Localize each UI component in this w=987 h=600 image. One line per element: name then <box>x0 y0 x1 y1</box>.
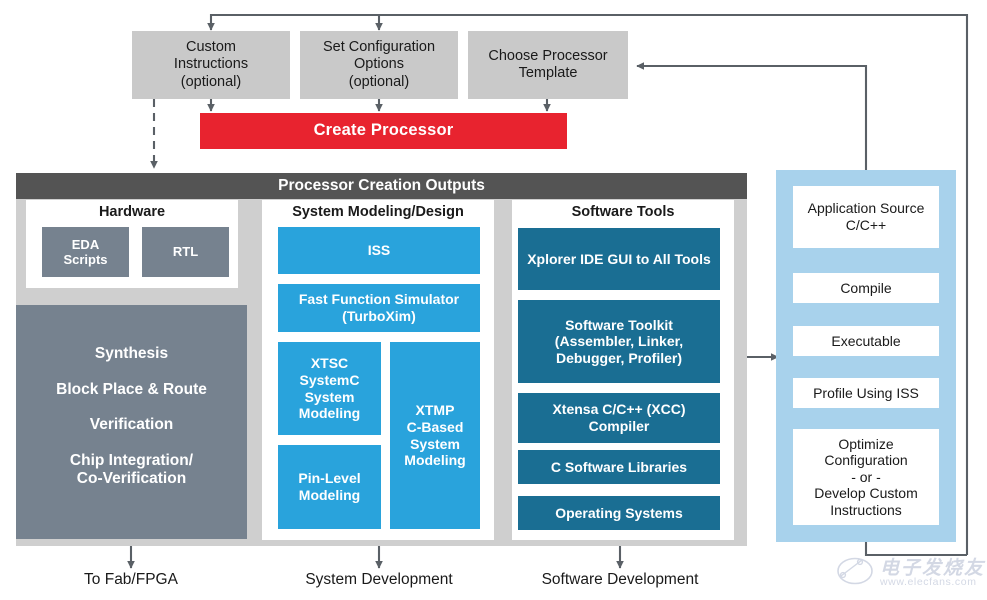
create-processor-button[interactable]: Create Processor <box>200 113 567 149</box>
software-tools-item-xplorer-ide[interactable]: Xplorer IDE GUI to All Tools <box>518 228 720 290</box>
watermark-url-text: www.elecfans.com <box>880 576 977 588</box>
create-processor-label: Create Processor <box>313 121 454 140</box>
bottom-label-system-development: System Development <box>305 570 453 588</box>
bottom-label-software-development: Software Development <box>541 570 699 588</box>
set-config-line2: Options <box>354 56 404 73</box>
hardware-column-title: Hardware <box>98 204 166 221</box>
app-step-compile[interactable]: Compile <box>793 273 939 303</box>
system-modeling-item-pin-level[interactable]: Pin-Level Modeling <box>278 445 381 529</box>
software-tools-item-operating-systems[interactable]: Operating Systems <box>518 496 720 530</box>
custom-instructions-line2: Instructions <box>173 56 249 73</box>
backend-step-verification: Verification <box>89 416 174 434</box>
hardware-backend-flow-box[interactable]: Synthesis Block Place & Route Verificati… <box>16 305 247 539</box>
eda-scripts-line2: Scripts <box>63 252 108 267</box>
bottom-label-to-fab-fpga: To Fab/FPGA <box>84 570 178 588</box>
input-box-set-configuration-options[interactable]: Set Configuration Options (optional) <box>300 31 458 99</box>
eda-scripts-line1: EDA <box>71 236 100 252</box>
custom-instructions-line1: Custom <box>186 39 236 56</box>
input-box-choose-processor-template[interactable]: Choose Processor Template <box>468 31 628 99</box>
system-modeling-column-title: System Modeling/Design <box>292 204 464 221</box>
system-modeling-item-iss[interactable]: ISS <box>278 227 480 274</box>
hardware-item-eda-scripts[interactable]: EDA Scripts <box>42 227 129 277</box>
backend-step-chip-integration: Chip Integration/ Co-Verification <box>69 451 194 488</box>
set-config-line1: Set Configuration <box>322 39 436 56</box>
rtl-label: RTL <box>172 244 199 260</box>
outputs-header-label: Processor Creation Outputs <box>278 176 485 194</box>
system-modeling-item-xtsc-systemc[interactable]: XTSC SystemC System Modeling <box>278 342 381 435</box>
app-step-optimize-configuration[interactable]: Optimize Configuration - or - Develop Cu… <box>793 429 939 525</box>
backend-step-block-place-route: Block Place & Route <box>56 380 207 398</box>
processor-creation-outputs-header: Processor Creation Outputs <box>16 173 747 199</box>
software-tools-item-software-toolkit[interactable]: Software Toolkit (Assembler, Linker, Deb… <box>518 300 720 383</box>
hardware-item-rtl[interactable]: RTL <box>142 227 229 277</box>
custom-instructions-line3: (optional) <box>180 73 242 90</box>
system-modeling-item-turboxim[interactable]: Fast Function Simulator (TurboXim) <box>278 284 480 332</box>
choose-template-line2: Template <box>518 65 578 81</box>
input-box-custom-instructions[interactable]: Custom Instructions (optional) <box>132 31 290 99</box>
app-step-application-source[interactable]: Application Source C/C++ <box>793 186 939 248</box>
choose-template-line1: Choose Processor <box>488 47 608 64</box>
system-modeling-item-xtmp[interactable]: XTMP C-Based System Modeling <box>390 342 480 529</box>
app-step-profile-using-iss[interactable]: Profile Using ISS <box>793 378 939 408</box>
diagram-canvas: Custom Instructions (optional) Set Confi… <box>0 0 987 600</box>
software-tools-item-c-libraries[interactable]: C Software Libraries <box>518 450 720 484</box>
software-tools-column-title: Software Tools <box>571 204 675 221</box>
backend-step-synthesis: Synthesis <box>94 345 169 362</box>
app-step-executable[interactable]: Executable <box>793 326 939 356</box>
watermark-chinese-text: 电子发烧友 <box>880 558 986 579</box>
set-config-line3: (optional) <box>348 73 410 90</box>
software-tools-item-xcc-compiler[interactable]: Xtensa C/C++ (XCC) Compiler <box>518 393 720 443</box>
watermark-logo-icon <box>837 557 873 585</box>
